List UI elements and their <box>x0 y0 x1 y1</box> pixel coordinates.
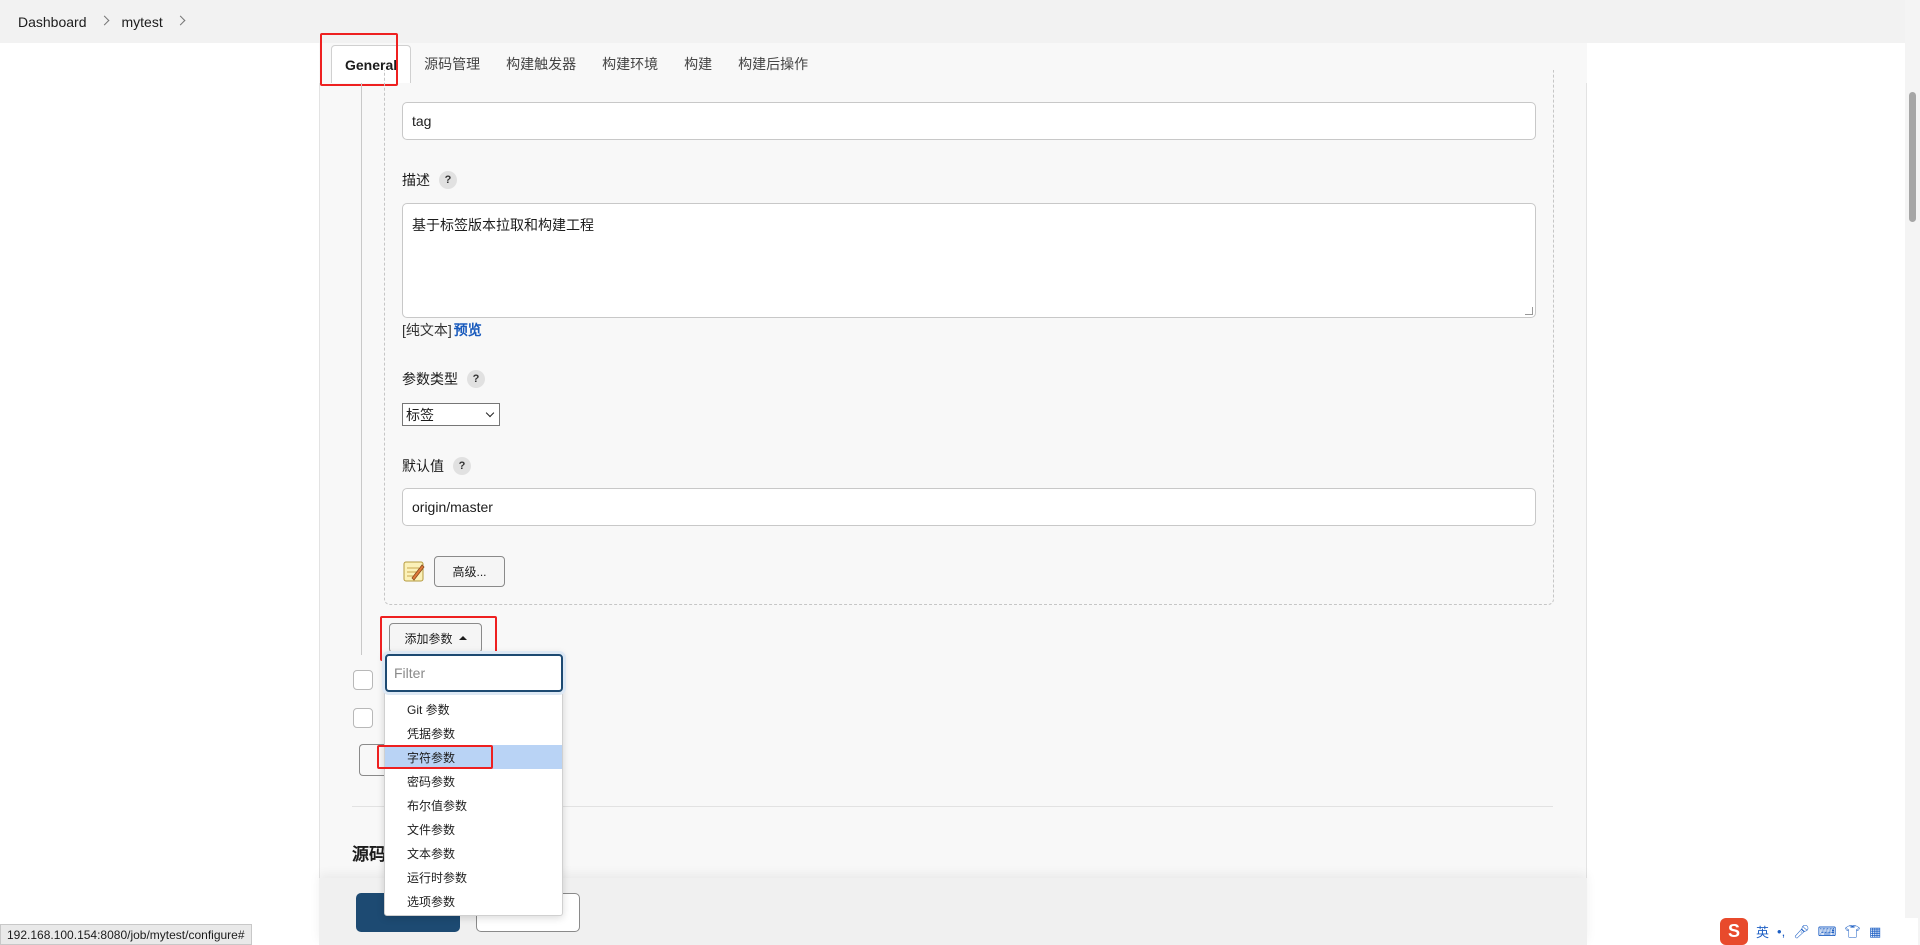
caret-up-icon <box>458 636 467 640</box>
chevron-right-icon[interactable] <box>175 15 186 26</box>
param-type-value: 标签 <box>406 406 434 423</box>
menu-item-text-parameter[interactable]: 文本参数 <box>385 841 562 865</box>
scm-section-title: 源码 <box>352 845 386 864</box>
breadcrumb-dashboard[interactable]: Dashboard <box>18 14 87 30</box>
menu-item-password-parameter[interactable]: 密码参数 <box>385 769 562 793</box>
scrollbar-thumb[interactable] <box>1909 92 1916 222</box>
jenkins-configure-page: Dashboard mytest General 源码管理 构建触发器 构建环境… <box>0 0 1920 945</box>
option-checkbox[interactable] <box>353 708 373 728</box>
punctuation-icon[interactable]: •, <box>1777 924 1785 939</box>
help-icon[interactable]: ? <box>439 171 457 189</box>
option-checkbox[interactable] <box>353 670 373 690</box>
ime-mode-label[interactable]: 英 <box>1756 922 1769 941</box>
param-type-select[interactable]: 标签 <box>402 403 500 426</box>
format-row: [纯文本] 预览 <box>402 320 482 340</box>
keyboard-icon[interactable]: ⌨︎ <box>1818 924 1837 940</box>
param-type-label-text: 参数类型 <box>402 371 458 387</box>
ime-toolbar: S 英 •, 🎤︎ ⌨︎ 👕︎ ▦ <box>1718 918 1918 945</box>
preview-link[interactable]: 预览 <box>454 322 482 338</box>
notepad-icon[interactable] <box>402 559 426 583</box>
description-textarea[interactable]: 基于标签版本拉取和构建工程 <box>402 203 1536 318</box>
menu-item-string-parameter[interactable]: 字符参数 <box>385 745 562 769</box>
description-text: 基于标签版本拉取和构建工程 <box>412 217 594 233</box>
add-parameter-button[interactable]: 添加参数 <box>389 623 482 653</box>
skin-icon[interactable]: 👕︎ <box>1844 924 1861 940</box>
help-icon[interactable]: ? <box>467 370 485 388</box>
menu-item-run-parameter[interactable]: 运行时参数 <box>385 865 562 889</box>
description-label: 描述 ? <box>402 170 457 190</box>
description-label-text: 描述 <box>402 172 430 188</box>
filter-input[interactable]: Filter <box>385 654 563 692</box>
chevron-down-icon <box>485 408 495 418</box>
advanced-button[interactable]: 高级... <box>434 556 505 587</box>
plain-text-link[interactable]: [纯文本] <box>402 322 452 338</box>
menu-item-credentials-parameter[interactable]: 凭据参数 <box>385 721 562 745</box>
breadcrumb-mytest[interactable]: mytest <box>122 14 163 30</box>
param-name-input[interactable]: tag <box>402 102 1536 140</box>
menu-item-file-parameter[interactable]: 文件参数 <box>385 817 562 841</box>
breadcrumb: Dashboard mytest <box>0 0 1905 43</box>
menu-item-choice-parameter[interactable]: 选项参数 <box>385 889 562 913</box>
menu-item-boolean-parameter[interactable]: 布尔值参数 <box>385 793 562 817</box>
add-parameter-label: 添加参数 <box>404 631 453 646</box>
chevron-right-icon[interactable] <box>99 15 109 26</box>
menu-item-git-parameter[interactable]: Git 参数 <box>385 697 562 721</box>
resize-handle-icon[interactable] <box>1525 307 1533 315</box>
default-value-label-text: 默认值 <box>402 458 444 474</box>
nesting-line <box>361 83 362 655</box>
status-url: 192.168.100.154:8080/job/mytest/configur… <box>0 924 252 945</box>
param-type-label: 参数类型 ? <box>402 369 485 389</box>
sogou-logo-icon[interactable]: S <box>1720 918 1748 945</box>
help-icon[interactable]: ? <box>453 457 471 475</box>
default-value-label: 默认值 ? <box>402 456 471 476</box>
default-value-input[interactable]: origin/master <box>402 488 1536 526</box>
toolbox-icon[interactable]: ▦ <box>1869 924 1881 940</box>
microphone-icon[interactable]: 🎤︎ <box>1793 924 1810 940</box>
parameter-type-menu: Git 参数 凭据参数 字符参数 密码参数 布尔值参数 文件参数 文本参数 运行… <box>385 697 562 913</box>
